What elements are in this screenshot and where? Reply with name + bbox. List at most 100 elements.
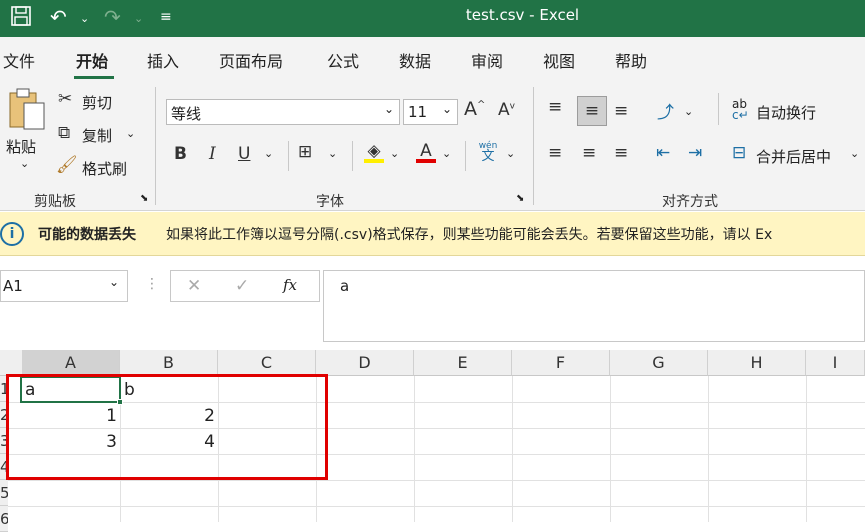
underline-icon[interactable]: U bbox=[238, 144, 250, 164]
gridline bbox=[610, 376, 611, 522]
font-size-select[interactable]: 11 ⌄ bbox=[403, 99, 458, 125]
ribbon: 粘贴 ⌄ ✂ 剪切 ⧉ 复制 ⌄ 🖌 格式刷 剪贴板 ⬊ 等线 ⌄ 11 ⌄ A… bbox=[0, 81, 865, 211]
column-header-d[interactable]: D bbox=[316, 350, 414, 376]
copy-button[interactable]: 复制 bbox=[82, 125, 112, 146]
decrease-font-size-icon[interactable]: Av bbox=[498, 100, 515, 120]
increase-indent-icon[interactable]: ⇥ bbox=[688, 143, 702, 163]
cut-icon[interactable]: ✂ bbox=[58, 89, 72, 109]
tab-file[interactable]: 文件 bbox=[3, 48, 35, 72]
font-color-dropdown-icon[interactable]: ⌄ bbox=[442, 147, 451, 160]
window-title: test.csv - Excel bbox=[465, 6, 580, 24]
alignment-group-label: 对齐方式 bbox=[662, 194, 718, 210]
formula-buttons: ✕ ✓ fx bbox=[170, 270, 320, 302]
align-left-icon[interactable]: ≡ bbox=[548, 143, 562, 163]
underline-dropdown-icon[interactable]: ⌄ bbox=[264, 147, 273, 160]
formula-input[interactable]: a bbox=[323, 270, 865, 342]
paste-icon[interactable] bbox=[6, 87, 48, 133]
enter-icon[interactable]: ✓ bbox=[235, 276, 249, 296]
gridline bbox=[8, 480, 865, 481]
separator bbox=[533, 87, 534, 205]
column-header-b[interactable]: B bbox=[120, 350, 218, 376]
paste-button[interactable]: 粘贴 bbox=[6, 136, 36, 157]
column-header-g[interactable]: G bbox=[610, 350, 708, 376]
copy-icon[interactable]: ⧉ bbox=[58, 123, 70, 143]
clipboard-group-label: 剪贴板 bbox=[34, 194, 76, 210]
tab-view[interactable]: 视图 bbox=[543, 48, 575, 72]
worksheet-grid[interactable]: A B C D E F G H I 1 2 3 4 5 6 a b 1 2 3 … bbox=[0, 350, 865, 532]
column-header-f[interactable]: F bbox=[512, 350, 610, 376]
merge-dropdown-icon[interactable]: ⌄ bbox=[850, 147, 859, 160]
borders-icon[interactable]: ⊞ bbox=[298, 142, 312, 162]
bold-icon[interactable]: B bbox=[174, 144, 187, 164]
align-right-icon[interactable]: ≡ bbox=[614, 143, 628, 163]
separator bbox=[465, 141, 466, 171]
gridline bbox=[708, 376, 709, 522]
increase-font-size-icon[interactable]: A^ bbox=[464, 98, 485, 120]
tab-insert[interactable]: 插入 bbox=[147, 48, 179, 72]
font-name-select[interactable]: 等线 ⌄ bbox=[166, 99, 400, 125]
cancel-icon[interactable]: ✕ bbox=[187, 276, 201, 296]
highlight-annotation-box bbox=[6, 374, 328, 480]
font-launcher-icon[interactable]: ⬊ bbox=[516, 193, 524, 204]
cut-button[interactable]: 剪切 bbox=[82, 92, 112, 113]
title-bar: ↶ ⌄ ↷ ⌄ ≡ test.csv - Excel bbox=[0, 0, 865, 37]
align-bottom-icon[interactable]: ≡ bbox=[614, 101, 628, 121]
align-center-icon[interactable]: ≡ bbox=[582, 143, 596, 163]
font-size-value: 11 bbox=[408, 103, 428, 121]
paste-dropdown-icon[interactable]: ⌄ bbox=[20, 157, 29, 170]
infobar-message: 如果将此工作簿以逗号分隔(.csv)格式保存，则某些功能可能会丢失。若要保留这些… bbox=[166, 227, 773, 243]
wrap-text-icon[interactable]: ab c↵ bbox=[732, 98, 749, 121]
column-header-c[interactable]: C bbox=[218, 350, 316, 376]
active-tab-indicator bbox=[74, 76, 114, 79]
format-painter-button[interactable]: 格式刷 bbox=[82, 158, 127, 179]
tab-data[interactable]: 数据 bbox=[399, 48, 431, 72]
copy-dropdown-icon[interactable]: ⌄ bbox=[126, 127, 135, 140]
phonetic-dropdown-icon[interactable]: ⌄ bbox=[506, 147, 515, 160]
separator bbox=[718, 93, 719, 125]
ribbon-tabs: 文件 开始 插入 页面布局 公式 数据 审阅 视图 帮助 bbox=[0, 37, 865, 81]
gridline bbox=[512, 376, 513, 522]
align-middle-icon: ≡ bbox=[584, 101, 600, 121]
format-painter-icon[interactable]: 🖌 bbox=[56, 155, 78, 175]
tab-page-layout[interactable]: 页面布局 bbox=[219, 48, 283, 72]
align-top-icon[interactable]: ≡ bbox=[548, 97, 562, 117]
column-header-e[interactable]: E bbox=[414, 350, 512, 376]
insert-function-icon[interactable]: fx bbox=[283, 276, 297, 294]
font-group-label: 字体 bbox=[316, 194, 344, 210]
align-middle-button[interactable]: ≡ bbox=[577, 96, 607, 126]
clipboard-launcher-icon[interactable]: ⬊ bbox=[140, 193, 148, 204]
phonetic-guide-icon[interactable]: wén 文 bbox=[476, 141, 500, 163]
wrap-text-button[interactable]: 自动换行 bbox=[756, 102, 816, 123]
chevron-down-icon: ⌄ bbox=[383, 102, 394, 116]
fill-color-icon[interactable]: ◈ bbox=[364, 141, 384, 163]
separator bbox=[155, 87, 156, 205]
row-header-5[interactable]: 5 bbox=[0, 480, 8, 506]
tab-help[interactable]: 帮助 bbox=[615, 48, 647, 72]
tab-review[interactable]: 审阅 bbox=[471, 48, 503, 72]
formula-bar: A1 ⌄ ⋮ ✕ ✓ fx a bbox=[0, 256, 865, 350]
column-header-i[interactable]: I bbox=[806, 350, 865, 376]
gridline bbox=[806, 376, 807, 522]
italic-icon[interactable]: I bbox=[209, 144, 216, 164]
name-box[interactable]: A1 ⌄ bbox=[0, 270, 128, 302]
merge-center-icon[interactable]: ⊟ bbox=[732, 143, 746, 163]
info-icon: i bbox=[0, 222, 24, 246]
separator bbox=[352, 141, 353, 171]
fill-color-dropdown-icon[interactable]: ⌄ bbox=[390, 147, 399, 160]
decrease-indent-icon[interactable]: ⇤ bbox=[656, 143, 670, 163]
column-header-h[interactable]: H bbox=[708, 350, 806, 376]
row-header-6[interactable]: 6 bbox=[0, 506, 8, 532]
name-box-value: A1 bbox=[3, 277, 23, 295]
infobar-title: 可能的数据丢失 bbox=[38, 227, 136, 243]
column-header-a[interactable]: A bbox=[22, 350, 120, 376]
tab-formulas[interactable]: 公式 bbox=[327, 48, 359, 72]
tab-home[interactable]: 开始 bbox=[76, 48, 108, 72]
select-all-corner[interactable] bbox=[0, 350, 22, 376]
font-name-value: 等线 bbox=[171, 105, 202, 123]
merge-center-button[interactable]: 合并后居中 bbox=[756, 146, 831, 167]
font-color-icon[interactable]: A bbox=[416, 141, 436, 163]
gridline bbox=[8, 506, 865, 507]
orientation-dropdown-icon[interactable]: ⌄ bbox=[684, 105, 693, 118]
borders-dropdown-icon[interactable]: ⌄ bbox=[328, 147, 337, 160]
orientation-icon[interactable]: ⤴ bbox=[657, 98, 674, 123]
